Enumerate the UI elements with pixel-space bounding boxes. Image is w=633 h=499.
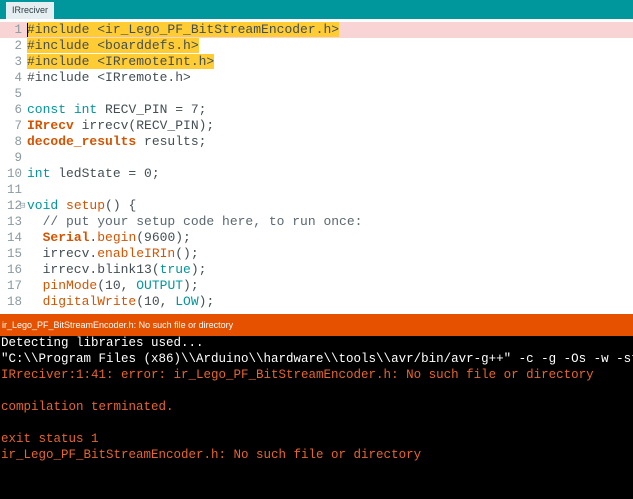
code-text: void setup() { — [27, 198, 137, 213]
code-text: irrecv.blink13(true); — [27, 262, 207, 277]
console-line: exit status 1 — [1, 432, 99, 446]
code-line[interactable]: 1 #include <ir_Lego_PF_BitStreamEncoder.h… — [0, 22, 633, 38]
code-text: pinMode(10, OUTPUT); — [42, 278, 199, 293]
line-number: 13 — [6, 215, 22, 229]
line-number: 17 — [6, 279, 22, 293]
code-line[interactable]: 4 #include <IRremote.h> — [0, 70, 633, 86]
code-line[interactable]: 13 // put your setup code here, to run o… — [0, 214, 633, 230]
error-status-bar: ir_Lego_PF_BitStreamEncoder.h: No such f… — [0, 314, 633, 336]
code-text: irrecv.enableIRIn(); — [27, 246, 199, 261]
line-number: 14 — [6, 231, 22, 245]
console-line: ir_Lego_PF_BitStreamEncoder.h: No such f… — [1, 448, 422, 462]
code-line[interactable]: 14 Serial.begin(9600); — [0, 230, 633, 246]
tab-bar: IRreciver — [0, 0, 633, 19]
code-text: const int RECV_PIN = 7; — [27, 102, 207, 117]
code-line[interactable]: 5 — [0, 86, 633, 102]
line-number: 16 — [6, 263, 22, 277]
line-number: 11 — [6, 183, 22, 197]
text-cursor — [27, 23, 28, 37]
console-line: IRreciver:1:41: error: ir_Lego_PF_BitStr… — [1, 368, 594, 382]
code-line[interactable]: 9 — [0, 150, 633, 166]
code-text: #include <IRremoteInt.h> — [27, 54, 215, 69]
code-editor[interactable]: 1 #include <ir_Lego_PF_BitStreamEncoder.h… — [0, 19, 633, 314]
code-line[interactable]: 7 IRrecv irrecv(RECV_PIN); — [0, 118, 633, 134]
line-number: 7 — [14, 119, 22, 133]
line-number: 3 — [14, 55, 22, 69]
line-number: 15 — [6, 247, 22, 261]
code-text: decode_results results; — [27, 134, 207, 149]
line-number: 1 — [14, 23, 22, 37]
code-text: int ledState = 0; — [27, 166, 160, 181]
code-line[interactable]: 3 #include <IRremoteInt.h> — [0, 54, 633, 70]
code-line[interactable]: 18 digitalWrite(10, LOW); — [0, 294, 633, 310]
code-text: digitalWrite(10, LOW); — [42, 294, 215, 309]
line-number: 12 — [6, 199, 22, 213]
code-line[interactable]: 8 decode_results results; — [0, 134, 633, 150]
line-number: 10 — [6, 167, 22, 181]
line-number: 8 — [14, 135, 22, 149]
line-number: 5 — [14, 87, 22, 101]
console-output: Detecting libraries used... "C:\\Program … — [0, 336, 633, 499]
code-line[interactable]: 2 #include <boarddefs.h> — [0, 38, 633, 54]
line-number: 18 — [6, 295, 22, 309]
code-line[interactable]: 15 irrecv.enableIRIn(); — [0, 246, 633, 262]
line-number: 4 — [14, 71, 22, 85]
code-line[interactable]: 6 const int RECV_PIN = 7; — [0, 102, 633, 118]
line-number: 6 — [14, 103, 22, 117]
fold-toggle-icon[interactable]: ⊟ — [20, 198, 25, 214]
console-line: compilation terminated. — [1, 400, 174, 414]
code-text: Serial.begin(9600); — [42, 230, 191, 245]
code-line[interactable]: 17 pinMode(10, OUTPUT); — [0, 278, 633, 294]
console-line: "C:\\Program Files (x86)\\Arduino\\hardw… — [1, 352, 633, 366]
code-line[interactable]: 11 — [0, 182, 633, 198]
line-number: 2 — [14, 39, 22, 53]
code-text: #include <boarddefs.h> — [27, 38, 199, 53]
code-line[interactable]: 16 irrecv.blink13(true); — [0, 262, 633, 278]
line-number: 9 — [14, 151, 22, 165]
code-text: // put your setup code here, to run once… — [27, 214, 363, 229]
console-line: Detecting libraries used... — [1, 336, 204, 350]
code-text: #include <ir_Lego_PF_BitStreamEncoder.h> — [27, 22, 340, 37]
code-line[interactable]: 12 ⊟ void setup() { — [0, 198, 633, 214]
tab-irreciver[interactable]: IRreciver — [6, 2, 55, 19]
code-text: IRrecv irrecv(RECV_PIN); — [27, 118, 215, 133]
code-text: #include <IRremote.h> — [27, 70, 191, 85]
code-line[interactable]: 10 int ledState = 0; — [0, 166, 633, 182]
